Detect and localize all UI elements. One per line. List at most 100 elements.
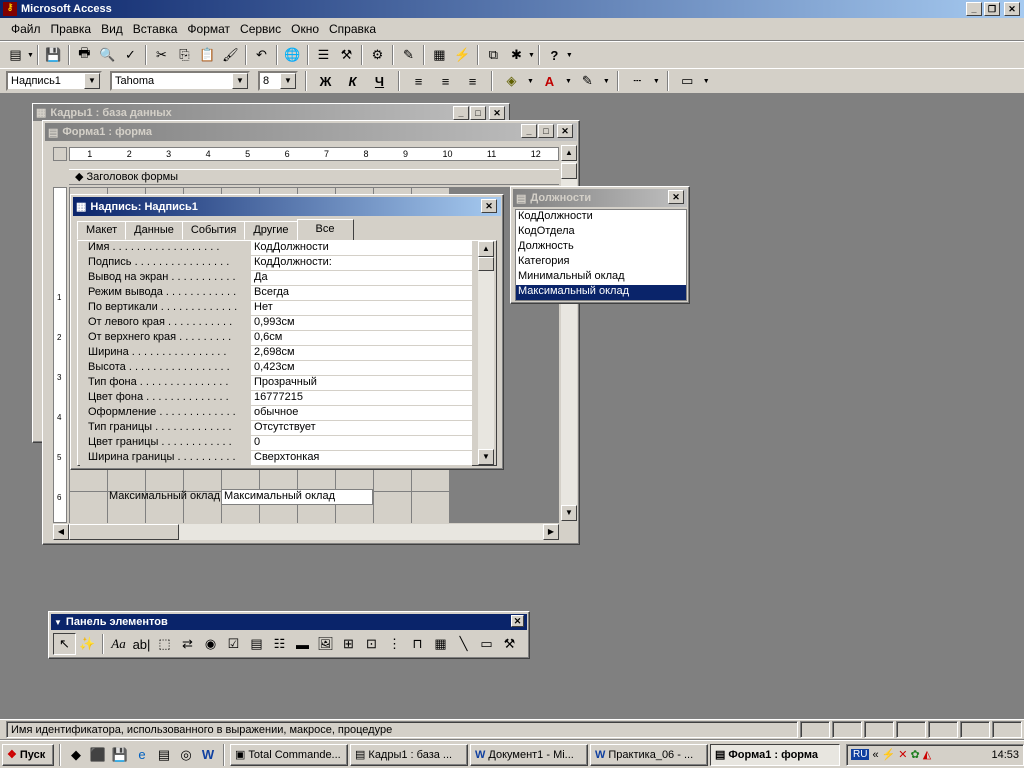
font-combo[interactable]: Tahoma ▼ bbox=[110, 71, 250, 91]
field-item-selected[interactable]: Максимальный оклад bbox=[516, 285, 686, 300]
form-maximize-button[interactable]: □ bbox=[538, 124, 554, 138]
undo-icon[interactable]: ↶ bbox=[250, 44, 273, 66]
property-value[interactable]: 0,6см bbox=[250, 331, 472, 345]
property-row[interactable]: Тип границы . . . . . . . . . . . . . Отс… bbox=[80, 421, 472, 436]
db-maximize-button[interactable]: □ bbox=[470, 106, 486, 120]
arrow-tool-icon[interactable]: ↖ bbox=[53, 633, 76, 655]
property-row[interactable]: Вывод на экран . . . . . . . . . . . Да bbox=[80, 271, 472, 286]
label-icon[interactable]: Aa bbox=[107, 633, 130, 655]
property-value[interactable]: Прозрачный bbox=[250, 376, 472, 390]
property-row[interactable]: От верхнего края . . . . . . . . . 0,6см bbox=[80, 331, 472, 346]
bound-frame-icon[interactable]: ⊡ bbox=[360, 633, 383, 655]
object-combo[interactable]: Надпись1 ▼ bbox=[6, 71, 102, 91]
property-row[interactable]: Ширина . . . . . . . . . . . . . . . . 2,… bbox=[80, 346, 472, 361]
quicklaunch-icon[interactable]: ◆ bbox=[66, 744, 86, 766]
database-window-icon[interactable]: ⧉ bbox=[482, 44, 505, 66]
align-left-icon[interactable]: ≡ bbox=[407, 70, 430, 92]
field-list-close-button[interactable]: ✕ bbox=[668, 190, 684, 204]
language-indicator[interactable]: RU bbox=[851, 749, 870, 760]
autoformat-icon[interactable]: ⚙ bbox=[366, 44, 389, 66]
field-item[interactable]: КодОтдела bbox=[516, 225, 686, 240]
tray-icon[interactable]: ✿ bbox=[911, 748, 920, 761]
command-button-icon[interactable]: ▬ bbox=[291, 633, 314, 655]
quicklaunch-icon[interactable]: 💾 bbox=[110, 744, 130, 766]
property-row[interactable]: Ширина границы . . . . . . . . . . Сверхт… bbox=[80, 451, 472, 466]
tab-all[interactable]: Все bbox=[296, 219, 354, 240]
special-effect-icon[interactable]: ▭ bbox=[676, 70, 699, 92]
property-row[interactable]: По вертикали . . . . . . . . . . . . . Не… bbox=[80, 301, 472, 316]
tray-icon[interactable]: ⚡ bbox=[882, 748, 896, 761]
property-row[interactable]: Имя . . . . . . . . . . . . . . . . . . К… bbox=[80, 241, 472, 256]
paste-icon[interactable]: 📋 bbox=[196, 44, 219, 66]
db-close-button[interactable]: ✕ bbox=[489, 106, 505, 120]
property-row[interactable]: Оформление . . . . . . . . . . . . . обыч… bbox=[80, 406, 472, 421]
new-object-icon[interactable]: ✱ bbox=[505, 44, 528, 66]
task-document1[interactable]: W Документ1 - Mi... bbox=[470, 743, 588, 766]
task-praktika[interactable]: W Практика_06 - ... bbox=[590, 743, 708, 766]
help-icon[interactable]: ? bbox=[543, 44, 566, 66]
option-button-icon[interactable]: ◉ bbox=[199, 633, 222, 655]
code-icon[interactable]: ✎ bbox=[397, 44, 420, 66]
underline-button[interactable]: Ч bbox=[368, 70, 391, 92]
wizard-icon[interactable]: ✨ bbox=[76, 633, 99, 655]
menu-view[interactable]: Вид bbox=[96, 22, 128, 36]
textbox-icon[interactable]: ab| bbox=[130, 633, 153, 655]
build-icon[interactable]: ⚡ bbox=[451, 44, 474, 66]
menu-window[interactable]: Окно bbox=[286, 22, 324, 36]
align-right-icon[interactable]: ≡ bbox=[461, 70, 484, 92]
menu-insert[interactable]: Вставка bbox=[128, 22, 183, 36]
properties-scrollbar[interactable]: ▲ ▼ bbox=[478, 241, 494, 465]
tab-other[interactable]: Другие bbox=[244, 221, 298, 240]
form-minimize-button[interactable]: _ bbox=[521, 124, 537, 138]
word-icon[interactable]: W bbox=[198, 744, 218, 766]
property-value[interactable]: Да bbox=[250, 271, 472, 285]
property-value[interactable]: Сверхтонкая bbox=[250, 451, 472, 465]
subform-icon[interactable]: ▦ bbox=[429, 633, 452, 655]
tab-layout[interactable]: Макет bbox=[77, 221, 127, 240]
tray-icon[interactable]: ✕ bbox=[898, 748, 907, 761]
align-center-icon[interactable]: ≡ bbox=[434, 70, 457, 92]
max-salary-label[interactable]: Максимальный оклад bbox=[109, 490, 221, 505]
toolbox-menu-icon[interactable]: ▼ bbox=[54, 618, 62, 627]
tray-expand-icon[interactable]: « bbox=[872, 749, 878, 761]
tray-icon[interactable]: ◭ bbox=[923, 748, 931, 761]
more-tools-icon[interactable]: ⚒ bbox=[498, 633, 521, 655]
format-painter-icon[interactable]: 🖌 bbox=[219, 44, 242, 66]
property-value[interactable]: 0,423см bbox=[250, 361, 472, 375]
tab-events[interactable]: События bbox=[181, 221, 246, 240]
field-item[interactable]: Должность bbox=[516, 240, 686, 255]
bold-button[interactable]: Ж bbox=[314, 70, 337, 92]
toolbox-close-button[interactable]: ✕ bbox=[511, 615, 524, 627]
field-item[interactable]: Категория bbox=[516, 255, 686, 270]
property-value[interactable]: КодДолжности bbox=[250, 241, 472, 255]
task-form1-active[interactable]: ▤ Форма1 : форма bbox=[710, 743, 840, 766]
italic-button[interactable]: К bbox=[341, 70, 364, 92]
menu-format[interactable]: Формат bbox=[182, 22, 235, 36]
view-icon[interactable]: ▤ bbox=[4, 44, 27, 66]
form-header-section[interactable]: ◆ Заголовок формы bbox=[69, 169, 559, 185]
spelling-icon[interactable]: ✓ bbox=[119, 44, 142, 66]
restore-button[interactable]: ❐ bbox=[984, 2, 1000, 16]
property-row[interactable]: Режим вывода . . . . . . . . . . . . Всег… bbox=[80, 286, 472, 301]
ie-icon[interactable]: e bbox=[132, 744, 152, 766]
menu-edit[interactable]: Правка bbox=[46, 22, 97, 36]
property-row[interactable]: Высота . . . . . . . . . . . . . . . . .… bbox=[80, 361, 472, 376]
minimize-button[interactable]: _ bbox=[966, 2, 982, 16]
line-color-icon[interactable]: ✎ bbox=[576, 70, 599, 92]
page-break-icon[interactable]: ⋮ bbox=[383, 633, 406, 655]
property-row[interactable]: Цвет фона . . . . . . . . . . . . . . 167… bbox=[80, 391, 472, 406]
combobox-icon[interactable]: ▤ bbox=[245, 633, 268, 655]
scroll-thumb[interactable] bbox=[561, 163, 577, 179]
property-row[interactable]: Тип фона . . . . . . . . . . . . . . . Пр… bbox=[80, 376, 472, 391]
property-value[interactable]: 2,698см bbox=[250, 346, 472, 360]
properties-icon[interactable]: ▦ bbox=[428, 44, 451, 66]
font-color-icon[interactable]: A bbox=[538, 70, 561, 92]
save-icon[interactable]: 💾 bbox=[42, 44, 65, 66]
form-close-button[interactable]: ✕ bbox=[557, 124, 573, 138]
field-item[interactable]: КодДолжности bbox=[516, 210, 686, 225]
property-value[interactable]: 0 bbox=[250, 436, 472, 450]
form-selector[interactable] bbox=[53, 147, 67, 161]
quicklaunch-icon[interactable]: ◎ bbox=[176, 744, 196, 766]
tab-control-icon[interactable]: ⊓ bbox=[406, 633, 429, 655]
property-value[interactable]: 0,993см bbox=[250, 316, 472, 330]
